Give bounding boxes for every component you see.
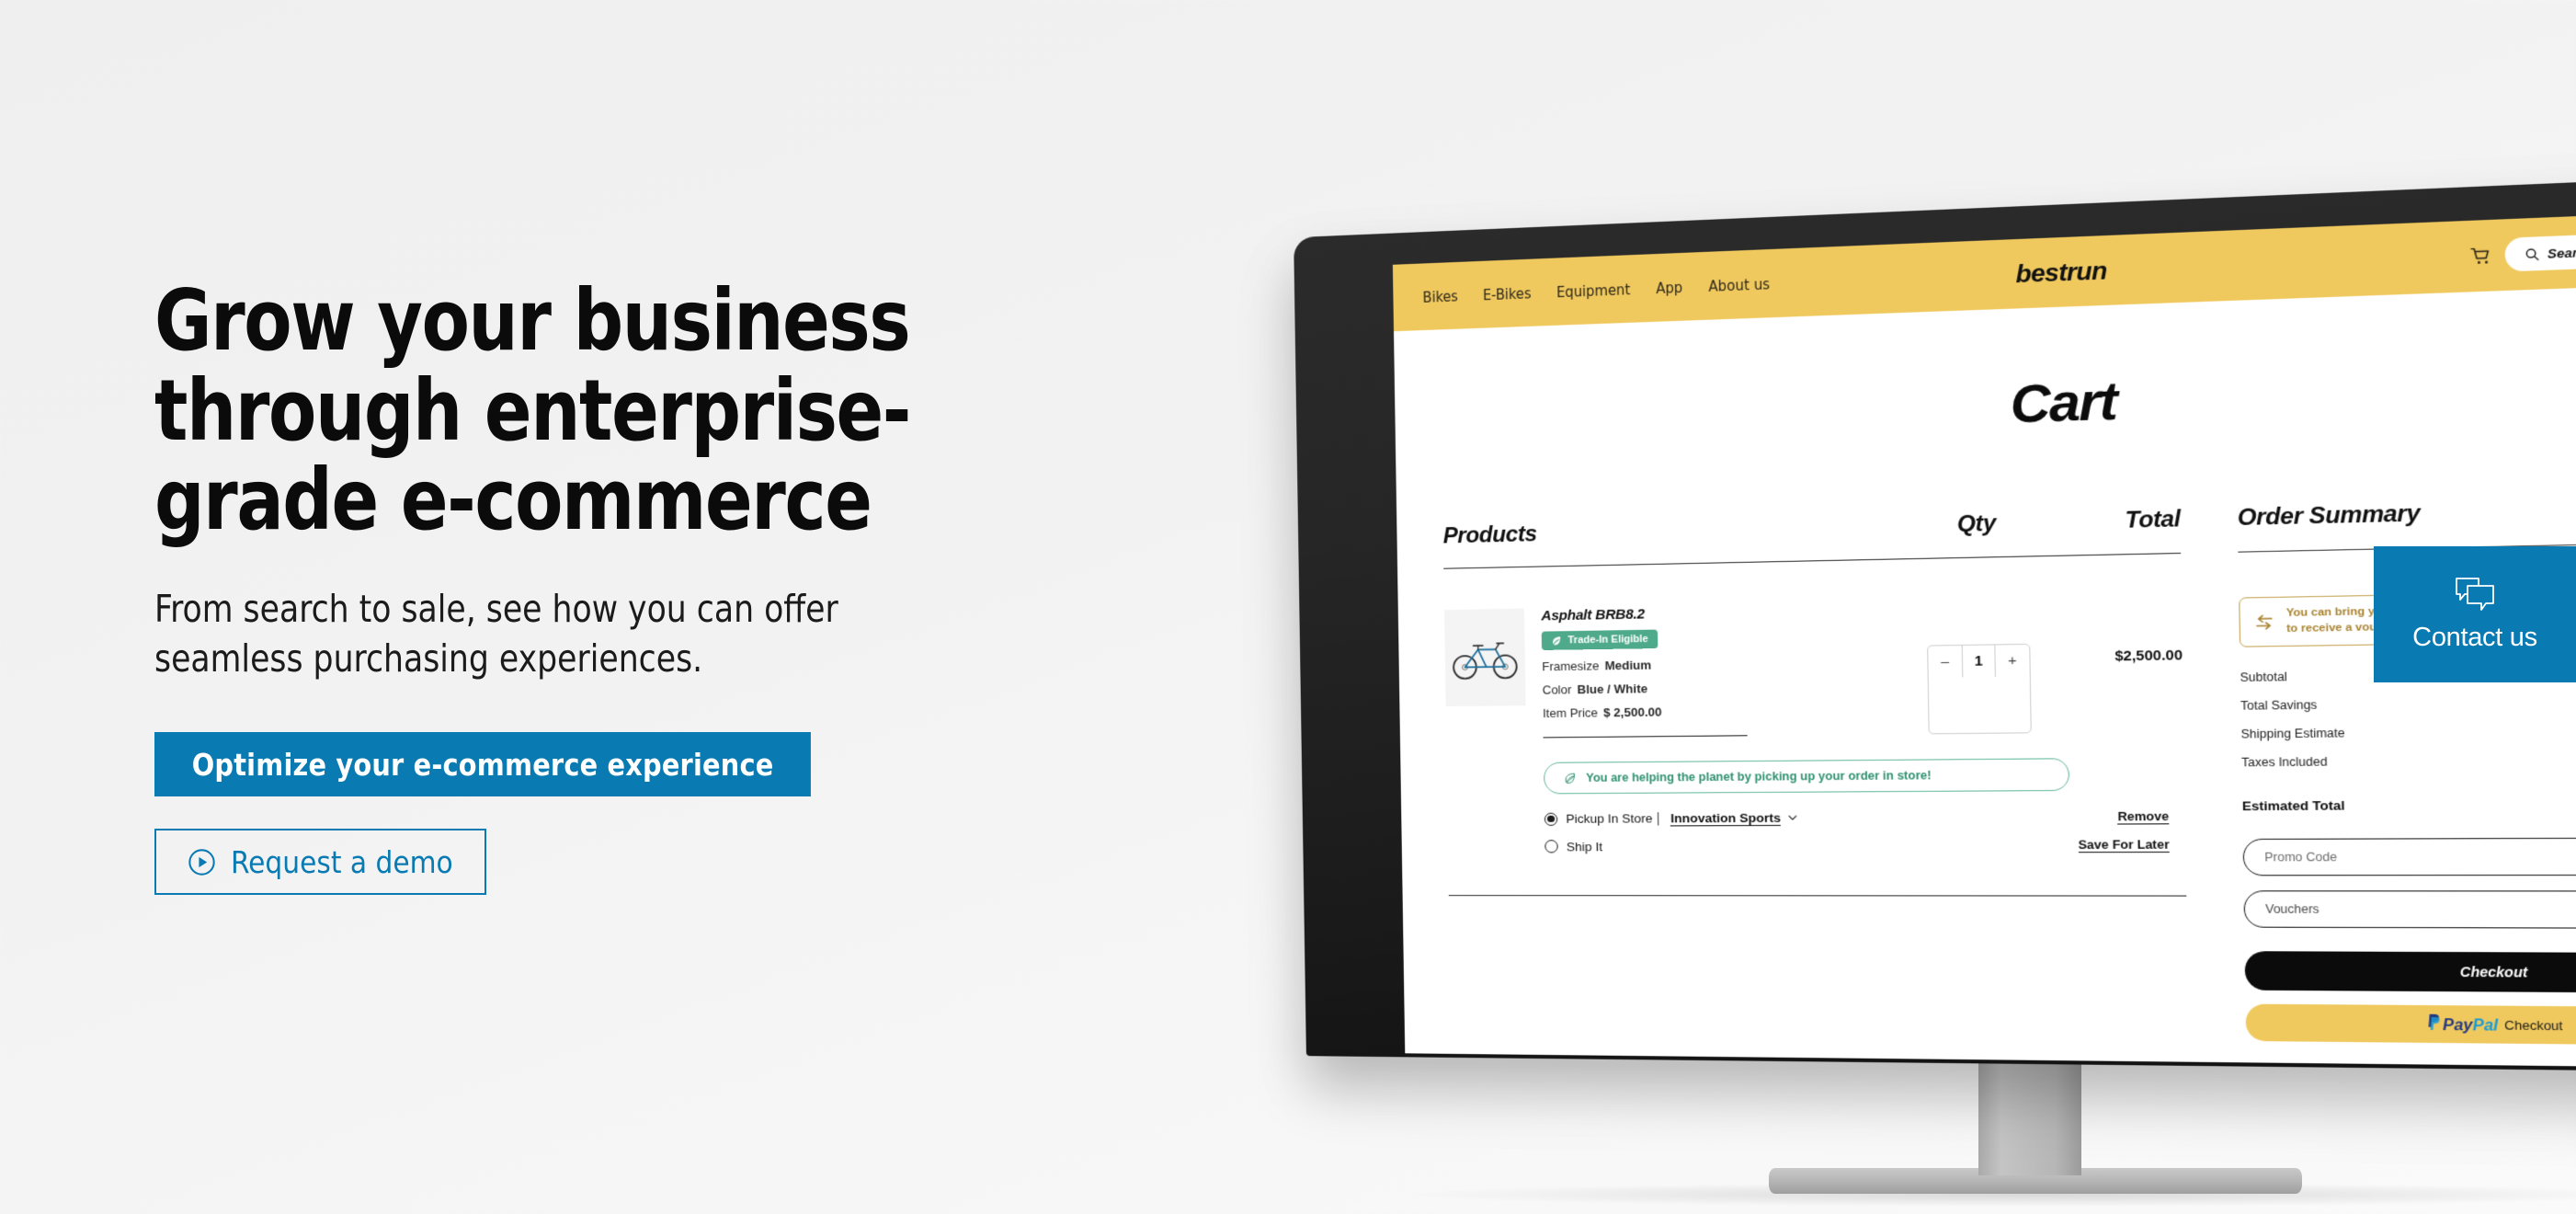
shipping-estimate-label: Shipping Estimate <box>2240 726 2345 741</box>
eco-pickup-banner: You are helping the planet by picking up… <box>1543 758 2070 795</box>
hero-section: Grow your business through enterprise- g… <box>154 271 1129 896</box>
summary-row-total-savings: Total Savings $0.00 <box>2240 693 2576 713</box>
column-header-qty: Qty <box>1956 510 1997 538</box>
product-thumbnail[interactable] <box>1443 608 1526 707</box>
search-button[interactable]: Search <box>2504 234 2576 272</box>
framesize-value: Medium <box>1604 658 1652 673</box>
navbar-actions: Search Bikefinder <box>2470 228 2576 273</box>
color-value: Blue / White <box>1577 681 1648 697</box>
order-summary-heading: Order Summary <box>2237 499 2421 532</box>
hero-actions: Optimize your e-commerce experience Requ… <box>154 732 1129 896</box>
promo-code-input[interactable] <box>2243 838 2576 876</box>
optimize-ecommerce-button[interactable]: Optimize your e-commerce experience <box>154 732 812 797</box>
nav-item-about-us[interactable]: About us <box>1708 274 1770 294</box>
search-label: Search <box>2547 244 2576 261</box>
quantity-value[interactable]: 1 <box>1961 645 1996 678</box>
nav-item-bikes[interactable]: Bikes <box>1422 287 1458 306</box>
promo-code-group: Apply <box>2242 837 2576 876</box>
quantity-column: – 1 + <box>1904 599 2055 735</box>
nav-item-app[interactable]: App <box>1656 278 1682 297</box>
product-framesize: Framesize Medium <box>1542 654 1905 673</box>
paypal-logo: Pay Pal <box>2427 1014 2499 1035</box>
vouchers-label: Vouchers <box>2265 902 2320 917</box>
main-navigation: Bikes E-Bikes Equipment App About us <box>1422 274 1770 305</box>
summary-row-shipping-estimate: Shipping Estimate $0.00 <box>2240 722 2576 741</box>
paypal-pay-text: Pay <box>2442 1016 2473 1035</box>
cart-items-column: Products Qty Total Asphalt BRB8.2 Trade-… <box>1442 506 2188 1040</box>
contact-us-widget[interactable]: Contact us <box>2374 546 2576 682</box>
summary-row-taxes-included: Taxes Included $475.00 <box>2240 751 2576 770</box>
pickup-label: Pickup In Store <box>1566 811 1653 826</box>
quantity-decrease-button[interactable]: – <box>1928 646 1962 678</box>
request-demo-label: Request a demo <box>231 843 453 880</box>
option-divider: | <box>1656 810 1660 827</box>
monitor-stand-neck <box>1978 1056 2081 1175</box>
item-price-value: $ 2,500.00 <box>1603 704 1662 720</box>
ship-radio[interactable] <box>1544 840 1558 853</box>
store-selector[interactable]: Innovation Sports <box>1670 809 1782 826</box>
fulfillment-options: Pickup In Store | Innovation Sports Remo… <box>1544 807 2170 853</box>
quantity-increase-button[interactable]: + <box>1995 645 2029 677</box>
page-title: Grow your business through enterprise- g… <box>154 271 911 550</box>
paypal-pal-text: Pal <box>2472 1016 2499 1035</box>
product-details: Asphalt BRB8.2 Trade-In Eligible Framesi… <box>1524 601 1906 739</box>
ship-label: Ship It <box>1566 839 1603 853</box>
subtotal-label: Subtotal <box>2240 670 2287 685</box>
nav-item-ebikes[interactable]: E-Bikes <box>1483 284 1532 304</box>
hero-subtitle: From search to sale, see how you can off… <box>154 586 838 681</box>
product-color: Color Blue / White <box>1542 678 1906 697</box>
pickup-in-store-option[interactable]: Pickup In Store | Innovation Sports Remo… <box>1544 807 2170 827</box>
bicycle-product-image <box>1451 633 1519 682</box>
cart-item-row: Asphalt BRB8.2 Trade-In Eligible Framesi… <box>1443 554 2183 739</box>
item-underline <box>1543 735 1748 739</box>
line-total: $2,500.00 <box>2114 647 2183 665</box>
color-label: Color <box>1542 682 1572 697</box>
estimated-total-label: Estimated Total <box>2241 797 2345 814</box>
paypal-icon <box>2428 1014 2440 1030</box>
leaf-icon <box>1564 772 1578 785</box>
product-name[interactable]: Asphalt BRB8.2 <box>1541 601 1904 624</box>
summary-row-estimated-total: Estimated Total $2,500.00 <box>2241 796 2576 814</box>
trade-in-badge-label: Trade-In Eligible <box>1567 633 1648 647</box>
nav-item-equipment[interactable]: Equipment <box>1556 280 1631 300</box>
contact-us-label: Contact us <box>2412 622 2537 652</box>
trade-in-badge: Trade-In Eligible <box>1541 629 1658 650</box>
pickup-radio[interactable] <box>1544 812 1558 826</box>
remove-item-button[interactable]: Remove <box>2117 807 2170 825</box>
play-circle-icon <box>188 849 215 876</box>
leaf-icon <box>1553 636 1561 646</box>
exchange-arrows-icon <box>2254 613 2274 632</box>
cart-bottom-divider <box>1448 895 2187 897</box>
search-icon <box>2524 246 2540 262</box>
chevron-down-icon[interactable] <box>1787 812 1798 822</box>
ship-it-option[interactable]: Ship It Save For Later <box>1544 837 2170 853</box>
item-price-label: Item Price <box>1542 705 1599 721</box>
shopping-cart-icon[interactable] <box>2470 245 2492 267</box>
paypal-checkout-label: Checkout <box>2503 1017 2563 1033</box>
framesize-label: Framesize <box>1542 659 1600 674</box>
taxes-included-label: Taxes Included <box>2240 754 2328 770</box>
paypal-checkout-button[interactable]: Pay Pal Checkout <box>2245 1003 2576 1047</box>
request-demo-button[interactable]: Request a demo <box>154 829 486 896</box>
cart-table-header: Products Qty Total <box>1442 506 2180 549</box>
brand-logo[interactable]: bestrun <box>2015 256 2107 289</box>
column-header-total: Total <box>2125 506 2181 534</box>
save-for-later-button[interactable]: Save For Later <box>2078 837 2170 853</box>
eco-message-text: You are helping the planet by picking up… <box>1586 768 1932 785</box>
chat-bubbles-icon <box>2456 577 2494 611</box>
vouchers-dropdown[interactable]: Vouchers <box>2243 890 2576 930</box>
product-item-price: Item Price $ 2,500.00 <box>1543 702 1906 720</box>
column-header-products: Products <box>1442 521 1538 549</box>
checkout-button[interactable]: Checkout <box>2244 951 2576 994</box>
quantity-stepper: – 1 + <box>1927 643 2032 735</box>
cart-layout: Products Qty Total Asphalt BRB8.2 Trade-… <box>1396 413 2576 1047</box>
total-savings-label: Total Savings <box>2240 698 2318 713</box>
